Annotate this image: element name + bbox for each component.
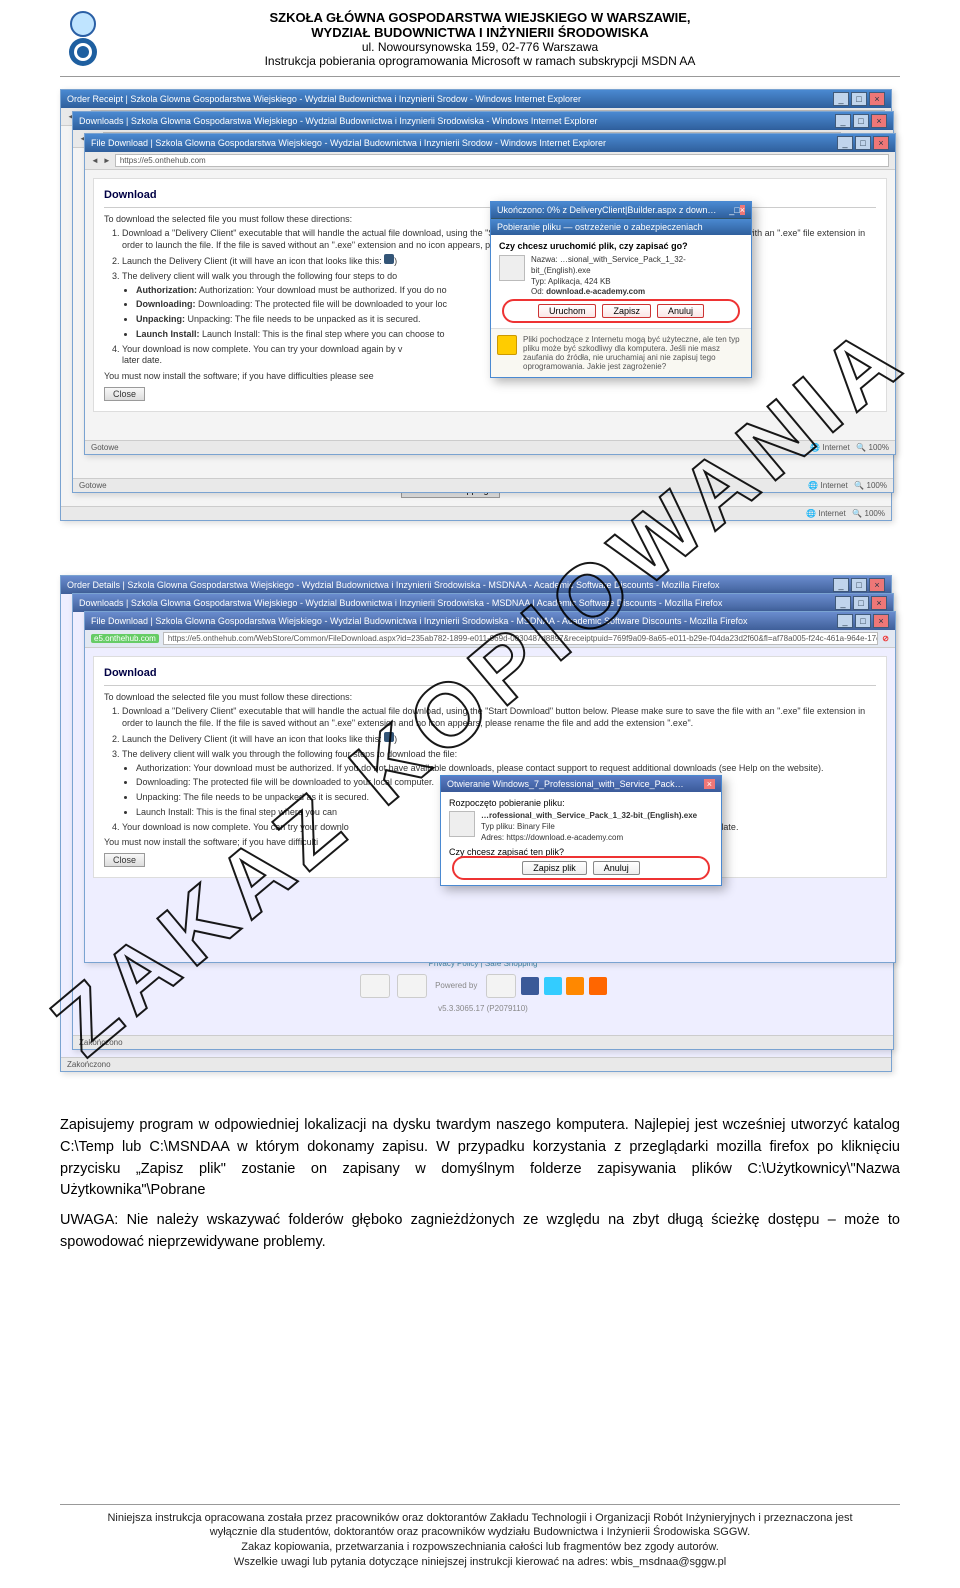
delivery-client-icon bbox=[384, 732, 394, 742]
title-bar: Downloads | Szkola Glowna Gospodarstwa W… bbox=[73, 112, 893, 130]
ie-download-dialog: Ukończono: 0% z DeliveryClient|Builder.a… bbox=[490, 201, 752, 378]
close-button[interactable]: Close bbox=[104, 853, 145, 867]
step-4: Your download is now complete. You can t… bbox=[122, 344, 402, 354]
shield-warning-icon bbox=[497, 335, 517, 355]
window-controls[interactable]: _□× bbox=[837, 614, 889, 628]
header-line4: Instrukcja pobierania oprogramowania Mic… bbox=[60, 54, 900, 68]
twitter-icon[interactable] bbox=[544, 977, 562, 995]
save-button[interactable]: Zapisz bbox=[602, 304, 651, 318]
dialog-question: Czy chcesz zapisać ten plik? bbox=[449, 847, 713, 857]
onthehub-badge-icon bbox=[397, 974, 427, 998]
title-bar: Order Receipt | Szkola Glowna Gospodarst… bbox=[61, 90, 891, 108]
dialog-title: Otwieranie Windows_7_Professional_with_S… bbox=[441, 776, 721, 792]
delivery-client-icon bbox=[384, 254, 394, 264]
file-icon bbox=[499, 255, 525, 281]
body-paragraphs: Zapisujemy program w odpowiedniej lokali… bbox=[60, 1115, 900, 1254]
cancel-button[interactable]: Anuluj bbox=[593, 861, 640, 875]
header-line2: WYDZIAŁ BUDOWNICTWA I INŻYNIERII ŚRODOWI… bbox=[60, 25, 900, 40]
cancel-button[interactable]: Anuluj bbox=[657, 304, 704, 318]
header-line3: ul. Nowoursynowska 159, 02-776 Warszawa bbox=[60, 40, 900, 54]
maximize-icon: □ bbox=[734, 205, 739, 215]
blogger-icon[interactable] bbox=[589, 977, 607, 995]
dialog-progress-title: Ukończono: 0% z DeliveryClient|Builder.a… bbox=[491, 202, 751, 219]
window-title: Order Receipt | Szkola Glowna Gospodarst… bbox=[67, 94, 581, 104]
minimize-icon: _ bbox=[833, 92, 849, 106]
footer-line4: Wszelkie uwagi lub pytania dotyczące nin… bbox=[60, 1555, 900, 1570]
title-bar: Order Details | Szkola Glowna Gospodarst… bbox=[61, 576, 891, 594]
header-line1: SZKOŁA GŁÓWNA GOSPODARSTWA WIEJSKIEGO W … bbox=[60, 10, 900, 25]
dialog-question: Czy chcesz uruchomić plik, czy zapisać g… bbox=[499, 241, 743, 251]
title-bar: Downloads | Szkola Glowna Gospodarstwa W… bbox=[73, 594, 893, 612]
window-title: Downloads | Szkola Glowna Gospodarstwa W… bbox=[79, 598, 722, 608]
maximize-icon: □ bbox=[851, 92, 867, 106]
download-heading: Download bbox=[104, 667, 876, 679]
step-2: Launch the Delivery Client (it will have… bbox=[122, 256, 382, 266]
download-heading: Download bbox=[104, 189, 876, 201]
footer-logos: Powered by bbox=[73, 974, 893, 998]
close-icon: × bbox=[740, 205, 745, 215]
step-4: Your download is now complete. You can t… bbox=[122, 822, 349, 832]
window-title: Downloads | Szkola Glowna Gospodarstwa W… bbox=[79, 116, 597, 126]
dialog-button-row: Zapisz plik Anuluj bbox=[455, 859, 707, 877]
title-bar: File Download | Szkola Glowna Gospodarst… bbox=[85, 134, 895, 152]
status-bar: 🌐 Internet 🔍 100% bbox=[61, 506, 891, 520]
status-bar: Gotowe 🌐 Internet 🔍 100% bbox=[85, 440, 895, 454]
footer-line1: Niniejsza instrukcja opracowana została … bbox=[60, 1511, 900, 1526]
close-button[interactable]: Close bbox=[104, 387, 145, 401]
status-bar: Zakończono bbox=[73, 1035, 893, 1049]
title-bar: File Download | Szkola Glowna Gospodarst… bbox=[85, 612, 895, 630]
step-1: Download a "Delivery Client" executable … bbox=[122, 706, 876, 729]
rss-icon[interactable] bbox=[566, 977, 584, 995]
close-icon: × bbox=[869, 92, 885, 106]
run-button[interactable]: Uruchom bbox=[538, 304, 597, 318]
facebook-icon[interactable] bbox=[521, 977, 539, 995]
dialog-title: Pobieranie pliku — ostrzeżenie o zabezpi… bbox=[491, 219, 751, 235]
doc-footer: Niniejsza instrukcja opracowana została … bbox=[60, 1504, 900, 1570]
close-icon[interactable]: × bbox=[704, 779, 715, 789]
save-file-button[interactable]: Zapisz plik bbox=[522, 861, 587, 875]
version-text: v5.3.3065.17 (P2079110) bbox=[73, 1004, 893, 1013]
url-field[interactable]: https://e5.onthehub.com bbox=[115, 154, 889, 167]
sggw-logo-icon bbox=[60, 10, 106, 70]
dialog-button-row: Uruchom Zapisz Anuluj bbox=[505, 302, 737, 320]
step-3: The delivery client will walk you throug… bbox=[122, 271, 397, 281]
site-identity-icon[interactable]: e5.onthehub.com bbox=[91, 634, 159, 643]
doc-header: SZKOŁA GŁÓWNA GOSPODARSTWA WIEJSKIEGO W … bbox=[60, 10, 900, 77]
status-bar: Zakończono bbox=[61, 1057, 891, 1071]
window-title: File Download | Szkola Glowna Gospodarst… bbox=[91, 616, 748, 626]
window-controls[interactable]: _□× bbox=[837, 136, 889, 150]
dialog-label: Rozpoczęto pobieranie pliku: bbox=[449, 798, 713, 808]
paragraph-2: UWAGA: Nie należy wskazywać folderów głę… bbox=[60, 1210, 900, 1254]
stop-icon[interactable]: ⊘ bbox=[882, 634, 889, 643]
footer-line2: wyłącznie dla studentów, doktorantów ora… bbox=[60, 1525, 900, 1540]
step-3: The delivery client will walk you throug… bbox=[122, 749, 457, 759]
file-icon bbox=[449, 811, 475, 837]
address-bar[interactable]: ◄► https://e5.onthehub.com bbox=[85, 152, 895, 170]
window-controls[interactable]: _□× bbox=[833, 578, 885, 592]
step-2: Launch the Delivery Client (it will have… bbox=[122, 734, 382, 744]
verisign-badge-icon bbox=[360, 974, 390, 998]
paragraph-1: Zapisujemy program w odpowiedniej lokali… bbox=[60, 1115, 900, 1202]
footer-line3: Zakaz kopiowania, przetwarzania i rozpow… bbox=[60, 1540, 900, 1555]
window-controls[interactable]: _□× bbox=[835, 114, 887, 128]
ff-save-dialog: Otwieranie Windows_7_Professional_with_S… bbox=[440, 775, 722, 886]
e-academy-badge-icon bbox=[486, 974, 516, 998]
address-bar[interactable]: e5.onthehub.com https://e5.onthehub.com/… bbox=[85, 630, 895, 648]
screenshot-firefox-stack: Order Details | Szkola Glowna Gospodarst… bbox=[60, 575, 900, 1085]
window-controls[interactable]: _□× bbox=[833, 92, 885, 106]
dialog-warning: Pliki pochodzące z Internetu mogą być uż… bbox=[491, 328, 751, 377]
screenshot-ie-stack: Order Receipt | Szkola Glowna Gospodarst… bbox=[60, 89, 900, 559]
url-field[interactable]: https://e5.onthehub.com/WebStore/Common/… bbox=[163, 632, 878, 645]
window-title: File Download | Szkola Glowna Gospodarst… bbox=[91, 138, 606, 148]
intro-text: To download the selected file you must f… bbox=[104, 692, 876, 702]
window-controls[interactable]: _□× bbox=[835, 596, 887, 610]
status-bar: Gotowe 🌐 Internet 🔍 100% bbox=[73, 478, 893, 492]
window-title: Order Details | Szkola Glowna Gospodarst… bbox=[67, 580, 719, 590]
